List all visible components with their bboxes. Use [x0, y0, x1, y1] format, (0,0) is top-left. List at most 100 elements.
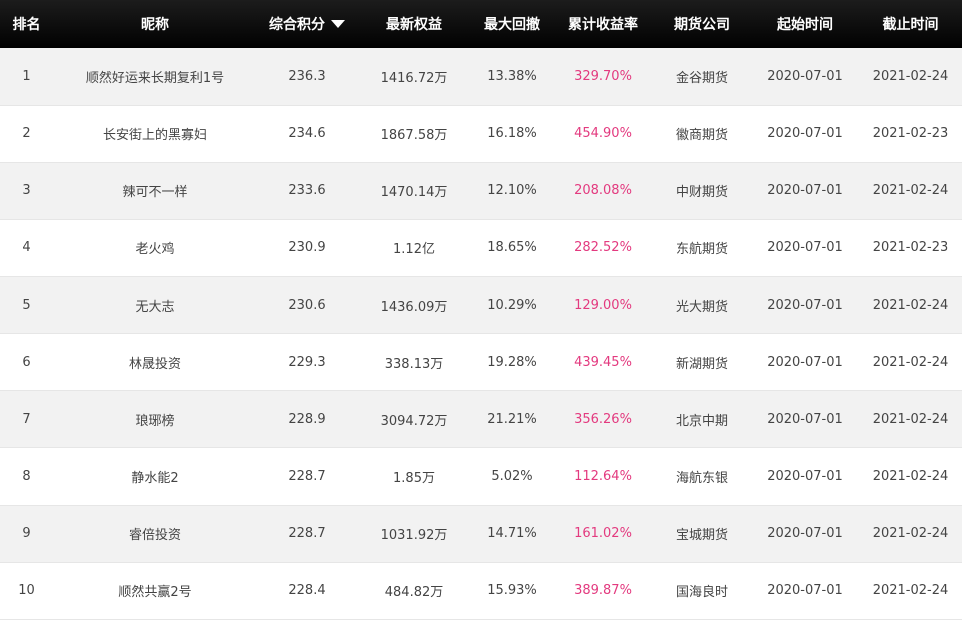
cell-max-drawdown: 21.21%: [487, 411, 537, 427]
cell-equity: 1470.14万: [380, 185, 448, 201]
cell-cumulative-return: 389.87%: [574, 583, 632, 599]
cell-broker: 国海良时: [675, 585, 728, 601]
table-row[interactable]: 4 老火鸡 230.9 1.12亿 18.65% 282.52% 东航期货 2020-07-0…: [0, 219, 962, 277]
cell-rank: 3: [22, 183, 31, 199]
cell-start-date: 2020-07-01: [767, 411, 843, 427]
cell-broker: 北京中期: [675, 413, 728, 429]
cell-score: 230.9: [288, 240, 326, 256]
cell-score: 228.7: [288, 469, 326, 485]
cell-equity: 3094.72万: [380, 413, 448, 429]
cell-nickname[interactable]: 琅琊榜: [53, 391, 257, 448]
cell-start-date: 2020-07-01: [767, 583, 843, 599]
header-end-date[interactable]: 截止时间: [859, 0, 962, 48]
cell-cumulative-return: 356.26%: [574, 411, 632, 427]
cell-nickname[interactable]: 辣可不一样: [53, 162, 257, 219]
table-row[interactable]: 8 静水能2 228.7 1.85万 5.02% 112.64% 海航东银 2020-07-0…: [0, 447, 962, 506]
cell-nickname[interactable]: 老火鸡: [53, 219, 257, 276]
cell-end-date: 2021-02-23: [872, 240, 949, 256]
table-row[interactable]: 1 顺然好运来长期复利1号 236.3 1416.72万 13.38% 329.70% 金谷…: [0, 48, 962, 106]
cell-rank: 4: [22, 240, 31, 256]
table-row[interactable]: 7 琅琊榜 228.9 3094.72万 21.21% 356.26% 北京中期 2020-0…: [0, 390, 962, 448]
cell-start-date: 2020-07-01: [767, 297, 843, 313]
cell-broker: 新湖期货: [675, 356, 728, 372]
header-nickname[interactable]: 昵称: [53, 0, 257, 48]
cell-score: 236.3: [288, 68, 326, 84]
cell-nickname[interactable]: 顺然好运来长期复利1号: [53, 48, 257, 105]
cell-cumulative-return: 454.90%: [574, 126, 632, 142]
cell-cumulative-return: 282.52%: [574, 240, 632, 256]
cell-cumulative-return: 439.45%: [574, 354, 632, 370]
cell-score: 229.3: [288, 354, 326, 370]
cell-end-date: 2021-02-24: [872, 297, 949, 313]
cell-broker: 徽商期货: [675, 128, 728, 144]
cell-max-drawdown: 16.18%: [487, 126, 537, 142]
cell-end-date: 2021-02-24: [872, 68, 949, 84]
cell-equity: 1.85万: [393, 471, 435, 487]
cell-equity: 1.12亿: [393, 242, 435, 258]
cell-equity: 338.13万: [384, 356, 444, 372]
table-row[interactable]: 5 无大志 230.6 1436.09万 10.29% 129.00% 光大期货 2020-0…: [0, 276, 962, 334]
cell-max-drawdown: 13.38%: [487, 68, 537, 84]
header-rank[interactable]: 排名: [0, 0, 53, 48]
cell-end-date: 2021-02-24: [872, 526, 949, 542]
cell-broker: 金谷期货: [675, 70, 728, 86]
cell-max-drawdown: 12.10%: [487, 183, 537, 199]
cell-broker: 宝城期货: [675, 528, 728, 544]
cell-max-drawdown: 14.71%: [487, 526, 537, 542]
cell-broker: 光大期货: [675, 299, 728, 315]
cell-max-drawdown: 19.28%: [487, 354, 537, 370]
header-score-label: 综合积分: [269, 17, 325, 33]
cell-max-drawdown: 5.02%: [491, 469, 533, 485]
cell-max-drawdown: 18.65%: [487, 240, 537, 256]
header-equity[interactable]: 最新权益: [357, 0, 471, 48]
cell-equity: 1416.72万: [380, 70, 448, 86]
cell-end-date: 2021-02-24: [872, 583, 949, 599]
cell-score: 233.6: [288, 183, 326, 199]
cell-cumulative-return: 329.70%: [574, 68, 632, 84]
cell-nickname[interactable]: 睿倍投资: [53, 505, 257, 562]
header-start-date[interactable]: 起始时间: [751, 0, 859, 48]
cell-nickname[interactable]: 长安街上的黑寡妇: [53, 105, 257, 162]
header-max-drawdown[interactable]: 最大回撤: [471, 0, 553, 48]
cell-end-date: 2021-02-23: [872, 126, 949, 142]
header-score[interactable]: 综合积分: [257, 0, 357, 48]
table-row[interactable]: 2 长安街上的黑寡妇 234.6 1867.58万 16.18% 454.90% 徽商期货 2…: [0, 105, 962, 163]
table-body: 1 顺然好运来长期复利1号 236.3 1416.72万 13.38% 329.70% 金谷…: [0, 48, 962, 620]
cell-broker: 海航东银: [675, 471, 728, 487]
cell-start-date: 2020-07-01: [767, 240, 843, 256]
header-broker[interactable]: 期货公司: [653, 0, 751, 48]
cell-score: 234.6: [288, 126, 326, 142]
cell-cumulative-return: 112.64%: [574, 469, 632, 485]
cell-broker: 中财期货: [675, 185, 728, 201]
header-cumulative-return[interactable]: 累计收益率: [553, 0, 653, 48]
table-header: 排名 昵称 综合积分 最新权益 最大回撤 累计收益率 期货公司 起始时间 截止时…: [0, 0, 962, 48]
cell-end-date: 2021-02-24: [872, 469, 949, 485]
cell-broker: 东航期货: [675, 242, 728, 258]
ranking-table: 排名 昵称 综合积分 最新权益 最大回撤 累计收益率 期货公司 起始时间 截止时…: [0, 0, 962, 620]
cell-score: 230.6: [288, 297, 326, 313]
table-row[interactable]: 3 辣可不一样 233.6 1470.14万 12.10% 208.08% 中财期货 2020…: [0, 162, 962, 220]
table-row[interactable]: 10 顺然共赢2号 228.4 484.82万 15.93% 389.87% 国海良时 202…: [0, 562, 962, 620]
cell-cumulative-return: 129.00%: [574, 297, 632, 313]
cell-start-date: 2020-07-01: [767, 68, 843, 84]
cell-rank: 1: [22, 68, 31, 84]
cell-cumulative-return: 208.08%: [574, 183, 632, 199]
cell-nickname[interactable]: 无大志: [53, 277, 257, 334]
table-row[interactable]: 9 睿倍投资 228.7 1031.92万 14.71% 161.02% 宝城期货 2020-…: [0, 505, 962, 563]
cell-nickname[interactable]: 静水能2: [53, 448, 257, 505]
cell-end-date: 2021-02-24: [872, 411, 949, 427]
cell-nickname[interactable]: 林晟投资: [53, 334, 257, 391]
cell-rank: 6: [22, 354, 31, 370]
cell-cumulative-return: 161.02%: [574, 526, 632, 542]
table-row[interactable]: 6 林晟投资 229.3 338.13万 19.28% 439.45% 新湖期货 2020-0…: [0, 333, 962, 391]
cell-nickname[interactable]: 顺然共赢2号: [53, 562, 257, 619]
cell-end-date: 2021-02-24: [872, 354, 949, 370]
cell-start-date: 2020-07-01: [767, 126, 843, 142]
cell-rank: 5: [22, 297, 31, 313]
cell-score: 228.4: [288, 583, 326, 599]
cell-end-date: 2021-02-24: [872, 183, 949, 199]
cell-equity: 1867.58万: [380, 128, 448, 144]
sort-descending-icon[interactable]: [331, 20, 345, 28]
cell-start-date: 2020-07-01: [767, 526, 843, 542]
cell-rank: 10: [18, 583, 35, 599]
